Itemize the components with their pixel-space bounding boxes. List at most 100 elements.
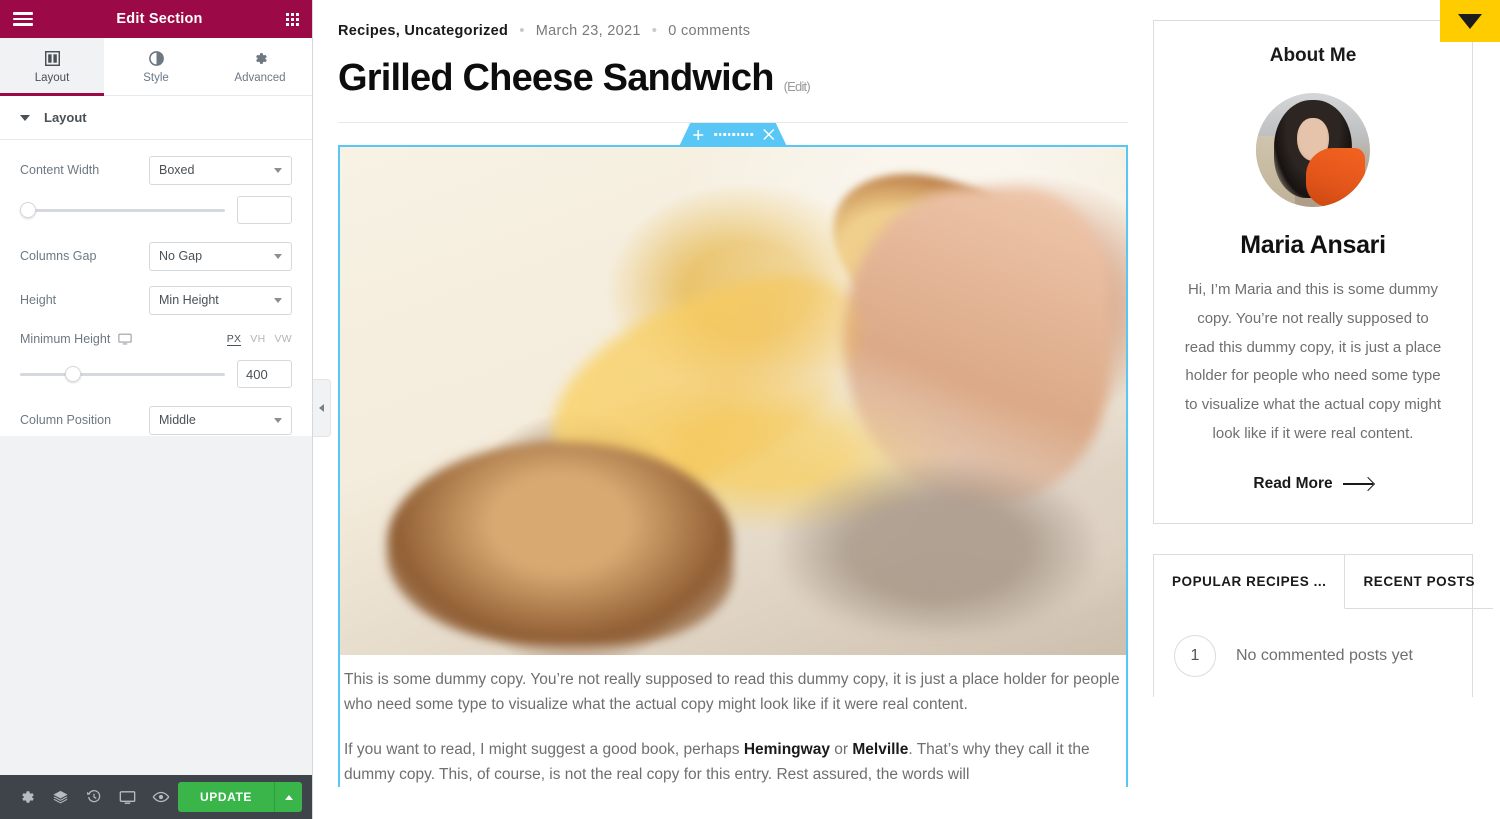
section-layout-header[interactable]: Layout — [0, 96, 312, 140]
slider-track — [20, 372, 225, 376]
title-divider — [338, 122, 1128, 123]
tab-style-label: Style — [143, 71, 169, 84]
tab-recent-posts[interactable]: RECENT POSTS — [1345, 555, 1494, 609]
author-hemingway: Hemingway — [743, 741, 830, 759]
tab-layout-label: Layout — [34, 71, 70, 84]
read-more-link[interactable]: Read More — [1182, 475, 1444, 493]
sidebar: About Me Maria Ansari Hi, I’m Maria and … — [1128, 0, 1498, 819]
minimum-height-text: Minimum Height — [20, 332, 111, 346]
yellow-dropdown-button[interactable] — [1440, 0, 1500, 42]
preview-canvas: Recipes, Uncategorized • March 23, 2021 … — [313, 0, 1500, 819]
elementor-editor: Edit Section Layout Style Advanced Layou… — [0, 0, 1500, 819]
panel-collapse-handle[interactable] — [313, 379, 331, 437]
tab-layout[interactable]: Layout — [0, 38, 104, 96]
avatar — [1256, 93, 1370, 207]
panel-tabs: Layout Style Advanced — [0, 38, 312, 96]
elementor-section[interactable]: This is some dummy copy. You’re not real… — [338, 145, 1128, 788]
p2-before: If you want to read, I might suggest a g… — [344, 741, 744, 759]
columns-gap-value: No Gap — [159, 249, 203, 263]
gear-icon[interactable] — [10, 775, 44, 819]
post-body[interactable]: This is some dummy copy. You’re not real… — [338, 655, 1128, 788]
minimum-height-slider-row: 400 — [0, 356, 312, 398]
sidebar-tabs-content: 1 No commented posts yet — [1154, 609, 1472, 697]
minimum-height-input[interactable]: 400 — [237, 360, 292, 388]
edit-post-link[interactable]: (Edit) — [784, 79, 811, 100]
drag-dots-icon[interactable] — [714, 133, 753, 136]
history-icon[interactable] — [77, 775, 111, 819]
control-columns-gap: Columns Gap No Gap — [0, 234, 312, 278]
content-width-value: Boxed — [159, 163, 195, 177]
slider-track — [20, 208, 225, 212]
height-select[interactable]: Min Height — [149, 285, 292, 315]
section-layout-label: Layout — [44, 110, 87, 125]
about-me-widget: About Me Maria Ansari Hi, I’m Maria and … — [1153, 20, 1473, 524]
control-content-width-label: Content Width — [20, 163, 100, 177]
post-title-text: Grilled Cheese Sandwich — [338, 57, 774, 99]
page-title: Grilled Cheese Sandwich (Edit) — [338, 57, 1128, 100]
panel-title: Edit Section — [116, 11, 203, 27]
control-height-label: Height — [20, 293, 57, 307]
post-paragraph-1: This is some dummy copy. You’re not real… — [344, 671, 1120, 714]
column-position-select[interactable]: Middle — [149, 405, 292, 435]
caret-down-icon — [1458, 13, 1482, 29]
panel-empty-area — [0, 435, 312, 775]
unit-px[interactable]: PX — [226, 333, 242, 346]
hero-detail-hand — [843, 187, 1111, 503]
panel-header: Edit Section — [0, 0, 312, 38]
chevron-down-icon — [274, 253, 282, 259]
list-item-text: No commented posts yet — [1236, 646, 1413, 664]
p2-middle: or — [829, 741, 853, 759]
slider-knob[interactable] — [65, 366, 82, 382]
layers-icon[interactable] — [44, 775, 78, 819]
content-width-select[interactable]: Boxed — [149, 155, 292, 185]
editor-panel: Edit Section Layout Style Advanced Layou… — [0, 0, 313, 819]
close-icon[interactable] — [763, 129, 774, 140]
chevron-down-icon — [274, 297, 282, 303]
contrast-icon — [148, 50, 164, 67]
post-paragraph-2: If you want to read, I might suggest a g… — [344, 737, 1122, 787]
unit-vw[interactable]: VW — [274, 333, 292, 346]
grid-icon[interactable] — [286, 12, 299, 26]
unit-vh[interactable]: VH — [250, 333, 265, 346]
section-toolbar — [679, 123, 787, 146]
control-column-position-label: Column Position — [20, 413, 112, 427]
content-width-input[interactable] — [237, 196, 292, 224]
chevron-down-icon — [274, 167, 282, 173]
control-minimum-height-label: Minimum Height — [20, 332, 133, 346]
author-name: Maria Ansari — [1240, 231, 1386, 259]
minimum-height-slider[interactable] — [20, 364, 225, 384]
meta-separator-icon: • — [519, 22, 525, 39]
preview-icon[interactable] — [144, 775, 178, 819]
responsive-icon[interactable] — [111, 775, 145, 819]
columns-gap-select[interactable]: No Gap — [149, 241, 292, 271]
tab-style[interactable]: Style — [104, 38, 208, 95]
author-bio: Hi, I’m Maria and this is some dummy cop… — [1184, 281, 1442, 442]
content-width-slider[interactable] — [20, 200, 225, 220]
post-column: Recipes, Uncategorized • March 23, 2021 … — [338, 0, 1128, 819]
update-options-button[interactable] — [274, 782, 303, 812]
content-width-slider-row — [0, 192, 312, 234]
list-item-number: 1 — [1174, 634, 1216, 677]
post-comments-count[interactable]: 0 comments — [668, 23, 750, 39]
meta-separator-icon: • — [651, 22, 658, 39]
hamburger-icon[interactable] — [13, 12, 33, 26]
column-position-value: Middle — [159, 413, 196, 427]
hero-image — [340, 147, 1126, 655]
preview-inner: Recipes, Uncategorized • March 23, 2021 … — [313, 0, 1500, 819]
tab-advanced[interactable]: Advanced — [208, 38, 312, 95]
update-button-group: UPDATE — [177, 782, 303, 812]
control-height: Height Min Height — [0, 278, 312, 322]
update-button[interactable]: UPDATE — [177, 782, 275, 812]
slider-knob[interactable] — [20, 202, 36, 218]
post-categories[interactable]: Recipes, Uncategorized — [338, 23, 508, 39]
plus-icon[interactable] — [692, 129, 704, 141]
hero-image-container[interactable] — [338, 145, 1128, 655]
tab-popular-recipes[interactable]: POPULAR RECIPES ... — [1154, 554, 1346, 609]
sidebar-tabs-widget: POPULAR RECIPES ... RECENT POSTS 1 No co… — [1153, 553, 1494, 697]
hero-detail-shadow — [780, 461, 1095, 635]
control-minimum-height: Minimum Height PX VH VW — [0, 322, 312, 356]
read-more-label: Read More — [1253, 474, 1333, 492]
desktop-icon[interactable] — [118, 332, 133, 346]
height-value: Min Height — [159, 293, 219, 307]
control-content-width: Content Width Boxed — [0, 148, 312, 192]
